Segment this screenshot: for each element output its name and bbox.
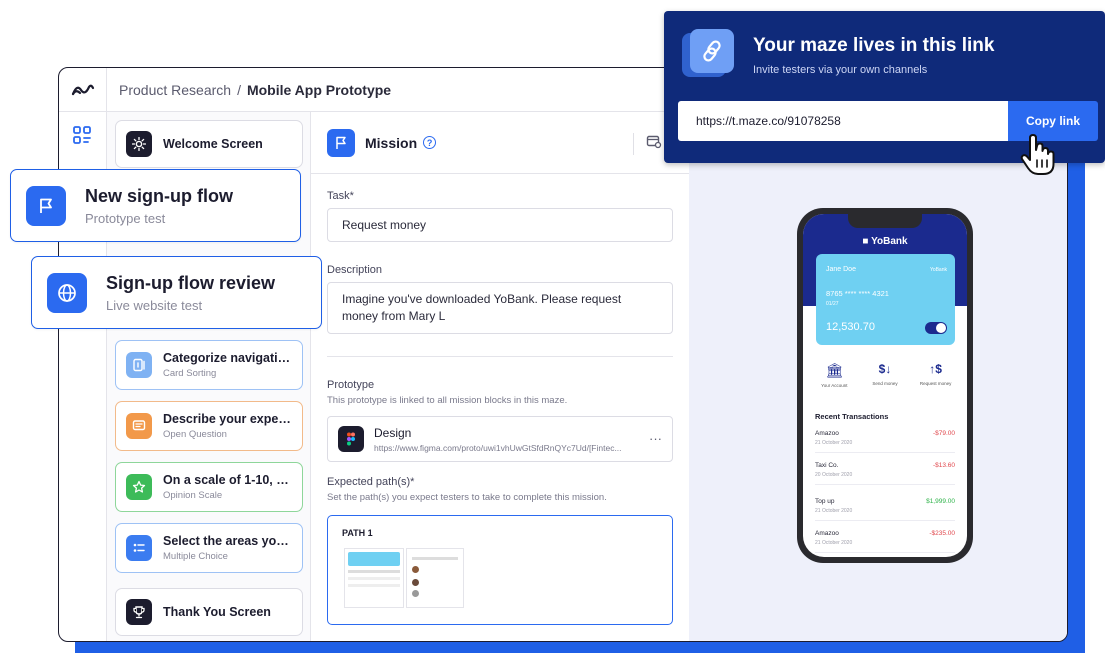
card-subtitle: Prototype test: [85, 210, 166, 226]
card-sorting-icon: [126, 352, 152, 378]
block-subtitle: Card Sorting: [163, 368, 217, 379]
card-holder: Jane Doe: [826, 266, 856, 273]
card-toggle[interactable]: [925, 322, 947, 334]
share-subtitle: Invite testers via your own channels: [753, 64, 928, 76]
flag-icon: [26, 185, 66, 226]
trophy-icon: [126, 599, 152, 625]
star-icon: [126, 474, 152, 500]
checklist-icon: [126, 535, 152, 561]
block-title: Describe your experie...: [163, 412, 292, 426]
design-more-icon[interactable]: ···: [649, 431, 662, 446]
breadcrumb-parent[interactable]: Product Research: [119, 82, 231, 98]
paths-hint: Set the path(s) you expect testers to ta…: [327, 492, 607, 503]
card-new-sign-up-flow[interactable]: New sign-up flow Prototype test: [10, 169, 301, 242]
mission-title: Mission: [365, 134, 418, 151]
card-sign-up-flow-review[interactable]: Sign-up flow review Live website test: [31, 256, 322, 329]
request-money-icon: ↑$: [929, 362, 942, 376]
path-thumbnail-1: [344, 548, 404, 608]
design-url: https://www.figma.com/proto/uwi1vhUwGtSf…: [374, 442, 622, 453]
hand-cursor-icon: [1018, 134, 1058, 176]
help-icon[interactable]: ?: [423, 136, 437, 149]
prototype-design-card[interactable]: Design https://www.figma.com/proto/uwi1v…: [327, 416, 673, 462]
block-title: On a scale of 1-10, rate...: [163, 473, 292, 487]
send-money-icon: $↓: [878, 362, 892, 376]
path-name: PATH 1: [342, 528, 373, 538]
block-open-question[interactable]: Describe your experie... Open Question: [115, 401, 303, 451]
phone-screen: ■ YoBank Jane Doe YoBank 8765 **** **** …: [803, 214, 967, 557]
block-card-sorting[interactable]: Categorize navigation... Card Sorting: [115, 340, 303, 390]
path-thumbnail-2: [406, 548, 464, 608]
block-subtitle: Opinion Scale: [163, 490, 223, 501]
share-url-field[interactable]: https://t.maze.co/91078258: [678, 101, 1008, 141]
action-send-money[interactable]: $↓ Send money: [861, 362, 909, 388]
blocks-grid-icon[interactable]: [73, 126, 91, 149]
transaction-row[interactable]: Amazoo 21 October 2020 -$235.00: [815, 530, 955, 553]
bank-building-icon: 🏛: [825, 362, 844, 378]
flag-icon: [327, 128, 355, 157]
maze-logo-icon[interactable]: [59, 68, 107, 112]
task-label: Task*: [327, 190, 354, 202]
prototype-hint: This prototype is linked to all mission …: [327, 395, 568, 406]
block-subtitle: Open Question: [163, 429, 227, 440]
block-title: Select the areas you...: [163, 534, 292, 548]
card-balance: 12,530.70: [826, 321, 875, 333]
block-title: Welcome Screen: [163, 137, 263, 151]
block-welcome-screen[interactable]: Welcome Screen: [115, 120, 303, 168]
bank-actions: 🏛 Your Account $↓ Send money ↑$ Request …: [803, 362, 967, 388]
card-bank: YoBank: [929, 267, 947, 273]
bank-brand: ■ YoBank: [862, 236, 908, 247]
breadcrumb-current: Mobile App Prototype: [246, 81, 392, 98]
breadcrumb: Product Research / Mobile App Prototype: [119, 81, 392, 98]
block-title: Categorize navigation...: [163, 351, 292, 365]
description-input[interactable]: Imagine you've downloaded YoBank. Please…: [327, 282, 673, 334]
card-number: 8765 **** **** 4321: [826, 289, 889, 298]
preview-device-icon[interactable]: [646, 135, 662, 154]
sun-icon: [126, 131, 152, 157]
card-title: New sign-up flow: [85, 185, 233, 206]
action-request-money[interactable]: ↑$ Request money: [912, 362, 960, 388]
divider: [327, 356, 673, 357]
phone-notch: [848, 214, 922, 228]
block-title: Thank You Screen: [163, 605, 271, 619]
share-title: Your maze lives in this link: [753, 35, 995, 56]
block-opinion-scale[interactable]: On a scale of 1-10, rate... Opinion Scale: [115, 462, 303, 512]
transaction-row[interactable]: Top up 21 October 2020 $1,999.00: [815, 498, 955, 521]
link-icon: [682, 29, 734, 81]
message-icon: [126, 413, 152, 439]
task-input[interactable]: Request money: [327, 208, 673, 242]
description-label: Description: [327, 264, 383, 276]
block-subtitle: Multiple Choice: [163, 551, 228, 562]
transactions-title: Recent Transactions: [815, 412, 889, 421]
divider: [633, 133, 634, 155]
design-title: Design: [374, 425, 412, 440]
figma-icon: [338, 426, 364, 452]
mission-header: Mission ? ···: [311, 112, 689, 174]
mission-panel: Mission ? ··· Task* Request money Descri…: [311, 112, 689, 641]
phone-mockup: ■ YoBank Jane Doe YoBank 8765 **** **** …: [797, 208, 973, 563]
path-card[interactable]: PATH 1: [327, 515, 673, 625]
prototype-label: Prototype: [327, 379, 375, 391]
globe-icon: [47, 272, 87, 313]
transaction-row[interactable]: Amazoo 21 October 2020 -$79.00: [815, 430, 955, 453]
card-title: Sign-up flow review: [106, 272, 276, 293]
action-your-account[interactable]: 🏛 Your Account: [810, 362, 858, 388]
mission-form: Task* Request money Description Imagine …: [327, 190, 673, 625]
card-expiry: 01/27: [826, 301, 839, 307]
paths-label: Expected path(s)*: [327, 476, 415, 488]
transaction-row[interactable]: Taxi Co. 20 October 2020 -$13.60: [815, 462, 955, 485]
bank-card[interactable]: Jane Doe YoBank 8765 **** **** 4321 01/2…: [816, 254, 955, 345]
block-multiple-choice[interactable]: Select the areas you... Multiple Choice: [115, 523, 303, 573]
block-thank-you-screen[interactable]: Thank You Screen: [115, 588, 303, 636]
card-subtitle: Live website test: [106, 297, 203, 313]
